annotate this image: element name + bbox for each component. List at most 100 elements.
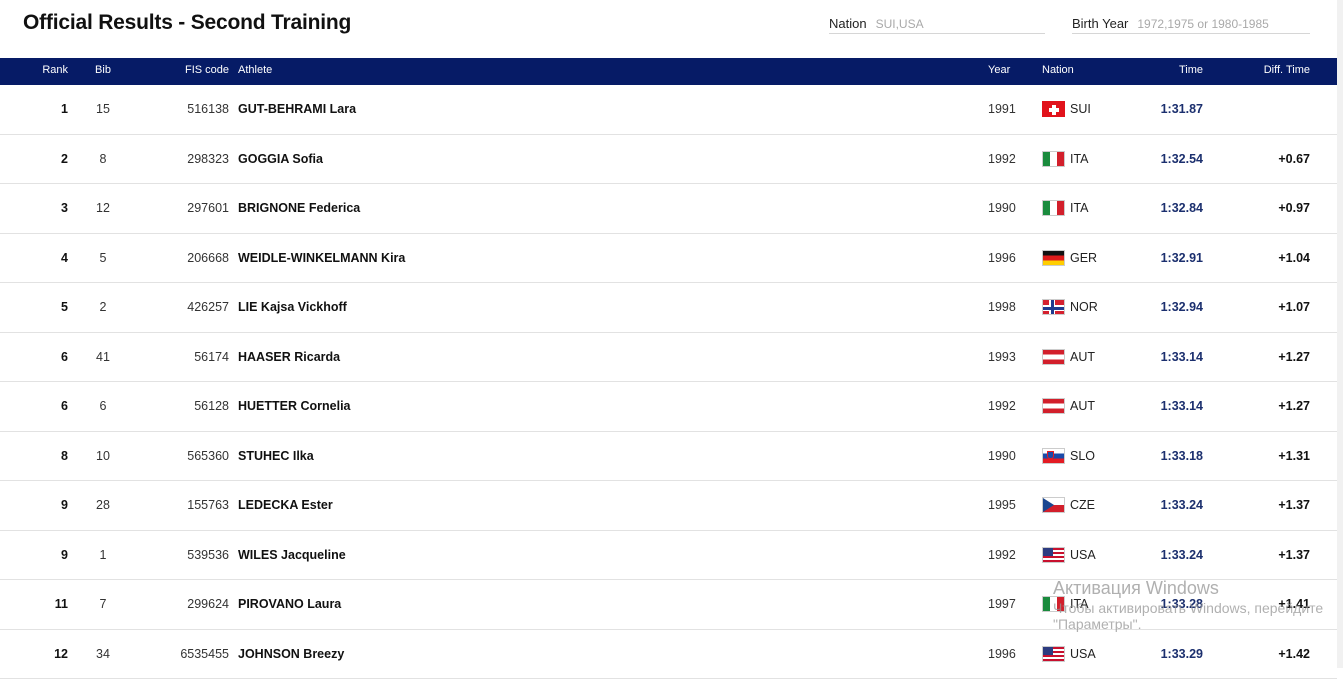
- athlete-name[interactable]: GOGGIA Sofia: [238, 152, 323, 166]
- nation-cell: GER: [1042, 250, 1097, 266]
- table-row[interactable]: 28298323GOGGIA Sofia1992ITA1:32.54+0.67: [0, 135, 1337, 185]
- athlete-name[interactable]: WEIDLE-WINKELMANN Kira: [238, 251, 405, 265]
- table-row[interactable]: 52426257LIE Kajsa Vickhoff1998NOR1:32.94…: [0, 283, 1337, 333]
- nation-cell: AUT: [1042, 349, 1095, 365]
- diff-time-cell: +1.31: [1230, 449, 1310, 463]
- table-row[interactable]: 115516138GUT-BEHRAMI Lara1991SUI1:31.87: [0, 85, 1337, 135]
- diff-time-cell: +1.27: [1230, 399, 1310, 413]
- nation-code: ITA: [1070, 201, 1089, 215]
- birth-year-cell: 1992: [988, 548, 1016, 562]
- col-rank[interactable]: Rank: [0, 64, 68, 76]
- table-row[interactable]: 12346535455JOHNSON Breezy1996USA1:33.29+…: [0, 630, 1337, 679]
- fis-code-cell: 516138: [130, 102, 229, 116]
- diff-time-cell: +1.41: [1230, 597, 1310, 611]
- nation-cell: USA: [1042, 646, 1096, 662]
- table-row[interactable]: 928155763LEDECKA Ester1995CZE1:33.24+1.3…: [0, 481, 1337, 531]
- athlete-name[interactable]: HUETTER Cornelia: [238, 399, 351, 413]
- rank-cell: 8: [0, 449, 68, 463]
- flag-icon: [1042, 497, 1065, 513]
- nation-code: ITA: [1070, 152, 1089, 166]
- col-bib[interactable]: Bib: [80, 64, 126, 76]
- table-header: Rank Bib FIS code Athlete Year Nation Ti…: [0, 58, 1337, 85]
- bib-cell: 7: [80, 597, 126, 611]
- nation-code: GER: [1070, 251, 1097, 265]
- flag-shield: [1047, 451, 1054, 459]
- nation-code: AUT: [1070, 350, 1095, 364]
- time-cell: 1:32.91: [1120, 251, 1203, 265]
- flag-icon: [1042, 547, 1065, 563]
- diff-time-cell: +1.07: [1230, 300, 1310, 314]
- results-header: Official Results - Second Training Natio…: [0, 0, 1343, 58]
- bib-cell: 1: [80, 548, 126, 562]
- time-cell: 1:31.87: [1120, 102, 1203, 116]
- table-row[interactable]: 64156174HAASER Ricarda1993AUT1:33.14+1.2…: [0, 333, 1337, 383]
- athlete-name[interactable]: LEDECKA Ester: [238, 498, 333, 512]
- athlete-name[interactable]: GUT-BEHRAMI Lara: [238, 102, 356, 116]
- rank-cell: 11: [0, 597, 68, 611]
- time-cell: 1:32.54: [1120, 152, 1203, 166]
- birth-year-filter-input[interactable]: [1137, 17, 1310, 31]
- athlete-name[interactable]: PIROVANO Laura: [238, 597, 341, 611]
- rank-cell: 6: [0, 350, 68, 364]
- fis-code-cell: 6535455: [130, 647, 229, 661]
- nation-cell: ITA: [1042, 200, 1089, 216]
- birth-year-cell: 1990: [988, 449, 1016, 463]
- fis-code-cell: 56128: [130, 399, 229, 413]
- fis-code-cell: 565360: [130, 449, 229, 463]
- flag-icon: [1042, 349, 1065, 365]
- birth-year-filter: Birth Year: [1072, 14, 1310, 34]
- col-year[interactable]: Year: [988, 64, 1010, 76]
- table-row[interactable]: 6656128HUETTER Cornelia1992AUT1:33.14+1.…: [0, 382, 1337, 432]
- scrollbar[interactable]: [1337, 0, 1343, 668]
- fis-code-cell: 297601: [130, 201, 229, 215]
- diff-time-cell: +1.37: [1230, 498, 1310, 512]
- athlete-name[interactable]: STUHEC Ilka: [238, 449, 314, 463]
- nation-code: SLO: [1070, 449, 1095, 463]
- birth-year-cell: 1996: [988, 647, 1016, 661]
- table-row[interactable]: 312297601BRIGNONE Federica1990ITA1:32.84…: [0, 184, 1337, 234]
- nation-code: AUT: [1070, 399, 1095, 413]
- rank-cell: 1: [0, 102, 68, 116]
- table-row[interactable]: 810565360STUHEC Ilka1990SLO1:33.18+1.31: [0, 432, 1337, 482]
- table-row[interactable]: 91539536WILES Jacqueline1992USA1:33.24+1…: [0, 531, 1337, 581]
- nation-cell: NOR: [1042, 299, 1098, 315]
- birth-year-filter-label: Birth Year: [1072, 16, 1128, 31]
- birth-year-cell: 1996: [988, 251, 1016, 265]
- rank-cell: 9: [0, 548, 68, 562]
- rank-cell: 6: [0, 399, 68, 413]
- nation-filter-input[interactable]: [876, 17, 1045, 31]
- flag-icon: [1042, 596, 1065, 612]
- nation-cell: ITA: [1042, 596, 1089, 612]
- birth-year-cell: 1998: [988, 300, 1016, 314]
- table-row[interactable]: 45206668WEIDLE-WINKELMANN Kira1996GER1:3…: [0, 234, 1337, 284]
- rank-cell: 9: [0, 498, 68, 512]
- time-cell: 1:33.24: [1120, 548, 1203, 562]
- bib-cell: 6: [80, 399, 126, 413]
- athlete-name[interactable]: HAASER Ricarda: [238, 350, 340, 364]
- col-fis-code[interactable]: FIS code: [130, 64, 229, 76]
- rank-cell: 12: [0, 647, 68, 661]
- rank-cell: 5: [0, 300, 68, 314]
- col-time[interactable]: Time: [1120, 64, 1203, 76]
- col-athlete[interactable]: Athlete: [238, 64, 272, 76]
- col-diff-time[interactable]: Diff. Time: [1230, 64, 1310, 76]
- nation-filter-label: Nation: [829, 16, 867, 31]
- nation-filter: Nation: [829, 14, 1045, 34]
- athlete-name[interactable]: BRIGNONE Federica: [238, 201, 360, 215]
- birth-year-cell: 1997: [988, 597, 1016, 611]
- col-nation[interactable]: Nation: [1042, 64, 1074, 76]
- flag-icon: [1042, 200, 1065, 216]
- fis-code-cell: 56174: [130, 350, 229, 364]
- table-row[interactable]: 117299624PIROVANO Laura1997ITA1:33.28+1.…: [0, 580, 1337, 630]
- nation-cell: SLO: [1042, 448, 1095, 464]
- nation-code: ITA: [1070, 597, 1089, 611]
- nation-cell: ITA: [1042, 151, 1089, 167]
- flag-icon: [1042, 299, 1065, 315]
- diff-time-cell: +0.97: [1230, 201, 1310, 215]
- athlete-name[interactable]: JOHNSON Breezy: [238, 647, 344, 661]
- flag-cross-v: [1051, 300, 1054, 315]
- fis-code-cell: 299624: [130, 597, 229, 611]
- time-cell: 1:32.94: [1120, 300, 1203, 314]
- athlete-name[interactable]: LIE Kajsa Vickhoff: [238, 300, 347, 314]
- athlete-name[interactable]: WILES Jacqueline: [238, 548, 346, 562]
